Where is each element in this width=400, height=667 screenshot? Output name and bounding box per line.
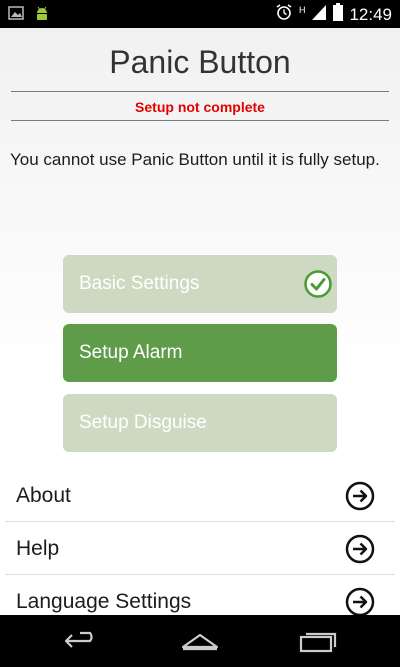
app-content: Panic Button Setup not complete You cann… <box>0 28 400 617</box>
setup-disguise-button[interactable]: Setup Disguise <box>63 394 337 452</box>
arrow-right-circle-icon <box>345 481 375 511</box>
check-circle-icon <box>304 270 332 298</box>
basic-settings-button[interactable]: Basic Settings <box>63 255 337 313</box>
menu-item-label: About <box>16 483 71 507</box>
recent-apps-icon[interactable] <box>298 629 338 658</box>
menu-item-help[interactable]: Help <box>5 523 395 575</box>
navigation-bar <box>0 615 400 667</box>
menu-item-about[interactable]: About <box>5 470 395 522</box>
menu-item-label: Help <box>16 536 60 560</box>
signal-icon <box>311 3 327 26</box>
home-icon[interactable] <box>180 629 220 658</box>
divider-bottom <box>11 120 389 121</box>
step-label: Setup Alarm <box>79 342 183 363</box>
alarm-clock-icon <box>275 3 293 26</box>
battery-icon <box>333 3 344 26</box>
step-label: Setup Disguise <box>79 412 207 433</box>
arrow-right-circle-icon <box>345 534 375 564</box>
back-icon[interactable] <box>62 629 102 658</box>
menu-item-label: Language Settings <box>16 590 192 613</box>
setup-status-message: Setup not complete <box>135 99 265 115</box>
network-type-label: H <box>298 4 306 15</box>
clock-time: 12:49 <box>349 4 392 24</box>
intro-text: You cannot use Panic Button until it is … <box>10 150 380 169</box>
status-bar: H 12:49 <box>0 0 400 28</box>
image-icon <box>8 6 24 25</box>
divider-top <box>11 91 389 92</box>
setup-alarm-button[interactable]: Setup Alarm <box>63 324 337 382</box>
arrow-right-circle-icon <box>345 587 375 617</box>
android-icon <box>34 5 50 26</box>
step-label: Basic Settings <box>79 273 200 294</box>
page-title: Panic Button <box>109 44 291 80</box>
